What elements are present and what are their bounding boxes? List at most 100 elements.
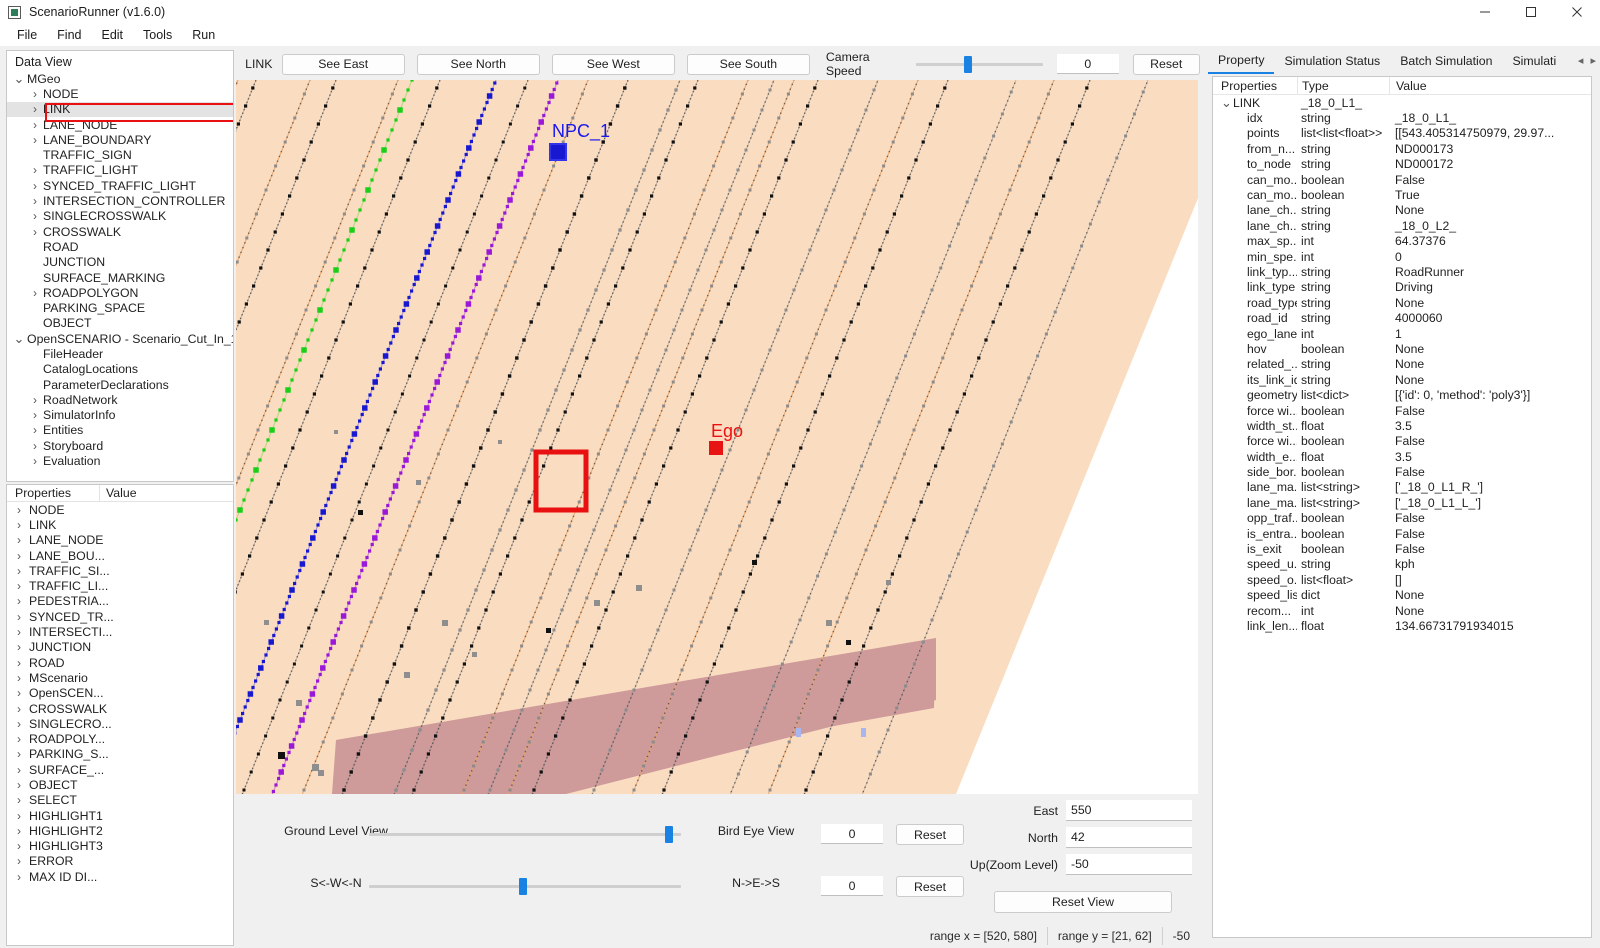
- property-row[interactable]: opp_traf...booleanFalse: [1213, 511, 1591, 526]
- chevron-right-icon[interactable]: ›: [17, 854, 29, 868]
- tree-item-road[interactable]: ROAD: [7, 239, 233, 254]
- left-property-row[interactable]: ›SYNCED_TR...: [7, 609, 233, 624]
- ground-level-view-thumb[interactable]: [665, 826, 673, 843]
- menu-file[interactable]: File: [7, 26, 47, 44]
- map-canvas[interactable]: NPC_1 Ego: [236, 80, 1198, 794]
- left-property-row[interactable]: ›TRAFFIC_LI...: [7, 578, 233, 593]
- left-property-row[interactable]: ›SURFACE_...: [7, 762, 233, 777]
- property-row[interactable]: side_bor...booleanFalse: [1213, 464, 1591, 479]
- reset-view-button[interactable]: Reset View: [994, 891, 1172, 913]
- chevron-right-icon[interactable]: ›: [17, 625, 29, 639]
- chevron-right-icon[interactable]: ›: [29, 286, 41, 300]
- left-property-row[interactable]: ›ERROR: [7, 854, 233, 869]
- tree-item-simulatorinfo[interactable]: ›SimulatorInfo: [7, 408, 233, 423]
- property-row[interactable]: link_len...float134.66731791934015: [1213, 618, 1591, 633]
- left-property-row[interactable]: ›LINK: [7, 517, 233, 532]
- chevron-right-icon[interactable]: ›: [17, 656, 29, 670]
- tree-item-traffic-sign[interactable]: TRAFFIC_SIGN: [7, 147, 233, 162]
- up-zoom-level-input[interactable]: -50: [1066, 854, 1192, 875]
- chevron-right-icon[interactable]: ›: [17, 579, 29, 593]
- swn-thumb[interactable]: [519, 878, 527, 895]
- property-row[interactable]: ⌄LINK_18_0_L1_: [1213, 95, 1591, 110]
- property-row[interactable]: link_typestringDriving: [1213, 280, 1591, 295]
- chevron-right-icon[interactable]: ›: [17, 610, 29, 624]
- left-property-row[interactable]: ›JUNCTION: [7, 640, 233, 655]
- nes-reset-button[interactable]: Reset: [896, 876, 964, 897]
- left-property-row[interactable]: ›INTERSECTI...: [7, 624, 233, 639]
- tree-item-entities[interactable]: ›Entities: [7, 423, 233, 438]
- tree-item-roadnetwork[interactable]: ›RoadNetwork: [7, 392, 233, 407]
- chevron-right-icon[interactable]: ›: [17, 732, 29, 746]
- tree-item-traffic-light[interactable]: ›TRAFFIC_LIGHT: [7, 163, 233, 178]
- menu-edit[interactable]: Edit: [91, 26, 133, 44]
- tree-item-singlecrosswalk[interactable]: ›SINGLECROSSWALK: [7, 209, 233, 224]
- property-row[interactable]: is_exitbooleanFalse: [1213, 541, 1591, 556]
- north-input[interactable]: 42: [1066, 827, 1192, 848]
- left-property-row[interactable]: ›MAX ID DI...: [7, 869, 233, 884]
- tree-item-storyboard[interactable]: ›Storyboard: [7, 438, 233, 453]
- tree-item-roadpolygon[interactable]: ›ROADPOLYGON: [7, 285, 233, 300]
- tree-item-link[interactable]: ›LINK: [7, 102, 233, 117]
- property-row[interactable]: speed_o...list<float>[]: [1213, 572, 1591, 587]
- chevron-right-icon[interactable]: ›: [17, 824, 29, 838]
- menu-find[interactable]: Find: [47, 26, 91, 44]
- chevron-down-icon[interactable]: ⌄: [13, 76, 25, 82]
- camera-speed-reset-button[interactable]: Reset: [1133, 54, 1200, 75]
- tab-simulation-overflow[interactable]: Simulati: [1502, 50, 1566, 74]
- chevron-right-icon[interactable]: ›: [17, 870, 29, 884]
- camera-speed-slider[interactable]: [916, 56, 1043, 72]
- chevron-right-icon[interactable]: ›: [29, 225, 41, 239]
- tree-item-intersection-controller[interactable]: ›INTERSECTION_CONTROLLER: [7, 193, 233, 208]
- left-property-row[interactable]: ›TRAFFIC_SI...: [7, 563, 233, 578]
- left-property-row[interactable]: ›NODE: [7, 502, 233, 517]
- left-property-row[interactable]: ›OpenSCEN...: [7, 686, 233, 701]
- chevron-right-icon[interactable]: ›: [17, 671, 29, 685]
- npc-marker[interactable]: [550, 144, 566, 160]
- tree-item-junction[interactable]: JUNCTION: [7, 255, 233, 270]
- left-property-row[interactable]: ›OBJECT: [7, 777, 233, 792]
- left-property-row[interactable]: ›LANE_BOU...: [7, 548, 233, 563]
- chevron-right-icon[interactable]: ›: [17, 702, 29, 716]
- chevron-right-icon[interactable]: ›: [29, 209, 41, 223]
- left-property-row[interactable]: ›SELECT: [7, 793, 233, 808]
- chevron-right-icon[interactable]: ›: [29, 454, 41, 468]
- tree-item-parking-space[interactable]: PARKING_SPACE: [7, 300, 233, 315]
- chevron-right-icon[interactable]: ›: [29, 133, 41, 147]
- property-row[interactable]: can_mo...booleanFalse: [1213, 172, 1591, 187]
- chevron-right-icon[interactable]: ›: [17, 686, 29, 700]
- left-property-row[interactable]: ›SINGLECRO...: [7, 716, 233, 731]
- property-row[interactable]: link_typ...stringRoadRunner: [1213, 264, 1591, 279]
- bird-eye-view-reset-button[interactable]: Reset: [896, 824, 964, 845]
- left-property-row[interactable]: ›HIGHLIGHT3: [7, 839, 233, 854]
- property-row[interactable]: force wi...booleanFalse: [1213, 434, 1591, 449]
- chevron-down-icon[interactable]: ⌄: [1221, 95, 1233, 111]
- property-row[interactable]: to_nodestringND000172: [1213, 157, 1591, 172]
- tree-item-evaluation[interactable]: ›Evaluation: [7, 453, 233, 468]
- chevron-right-icon[interactable]: ›: [29, 163, 41, 177]
- left-property-row[interactable]: ›HIGHLIGHT1: [7, 808, 233, 823]
- chevron-right-icon[interactable]: ›: [17, 763, 29, 777]
- tree-item-lane-boundary[interactable]: ›LANE_BOUNDARY: [7, 132, 233, 147]
- tree-item-synced-traffic-light[interactable]: ›SYNCED_TRAFFIC_LIGHT: [7, 178, 233, 193]
- see-north-button[interactable]: See North: [417, 54, 540, 75]
- property-row[interactable]: is_entra...booleanFalse: [1213, 526, 1591, 541]
- property-row[interactable]: hovbooleanNone: [1213, 341, 1591, 356]
- property-row[interactable]: lane_ch...string_18_0_L2_: [1213, 218, 1591, 233]
- camera-speed-thumb[interactable]: [964, 56, 972, 73]
- chevron-right-icon[interactable]: ›: [17, 839, 29, 853]
- property-row[interactable]: min_spe...int0: [1213, 249, 1591, 264]
- chevron-right-icon[interactable]: ›: [17, 747, 29, 761]
- tree-item-openscenario-scenario-cut-in-1[interactable]: ⌄OpenSCENARIO - Scenario_Cut_In_1: [7, 331, 233, 346]
- chevron-right-icon[interactable]: ›: [29, 423, 41, 437]
- tree-item-fileheader[interactable]: FileHeader: [7, 346, 233, 361]
- property-row[interactable]: lane_ma...list<string>['_18_0_L1_L_']: [1213, 495, 1591, 510]
- chevron-right-icon[interactable]: ›: [29, 408, 41, 422]
- chevron-right-icon[interactable]: ›: [17, 640, 29, 654]
- tree-item-cataloglocations[interactable]: CatalogLocations: [7, 362, 233, 377]
- chevron-right-icon[interactable]: ›: [17, 793, 29, 807]
- property-row[interactable]: road_typestringNone: [1213, 295, 1591, 310]
- property-row[interactable]: speed_listdictNone: [1213, 588, 1591, 603]
- property-row[interactable]: geometrylist<dict>[{'id': 0, 'method': '…: [1213, 387, 1591, 402]
- tree-item-node[interactable]: ›NODE: [7, 86, 233, 101]
- nes-value[interactable]: 0: [821, 876, 883, 896]
